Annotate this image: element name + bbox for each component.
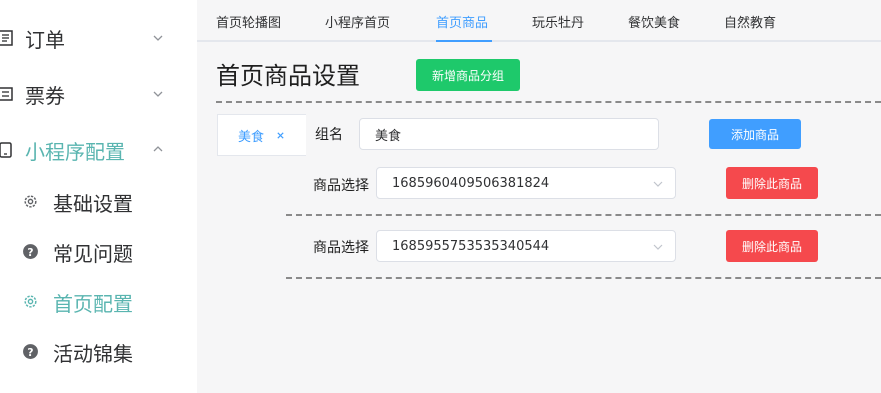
product-select-value: 1685955753535340544 <box>392 238 550 254</box>
tab-nature-education[interactable]: 自然教育 <box>724 12 776 31</box>
chevron-down-icon <box>653 244 663 250</box>
group-name-label: 组名 <box>315 127 343 143</box>
tab-bar: 首页轮播图 小程序首页 首页商品 玩乐牡丹 餐饮美食 自然教育 <box>197 0 881 42</box>
sidebar: 订单 票券 小程序配置 基础设置 ? 常见问题 首页配置 ? 活动锦集 <box>0 0 197 393</box>
product-select-label: 商品选择 <box>313 240 369 256</box>
product-select-value: 1685960409506381824 <box>392 175 550 191</box>
group-tab-food[interactable]: 美食 <box>217 114 306 156</box>
chevron-down-icon <box>653 181 663 187</box>
sidebar-item-label: 基础设置 <box>53 191 133 216</box>
chevron-down-icon <box>153 35 163 41</box>
group-name-value: 美食 <box>375 128 402 144</box>
group-name-input[interactable]: 美食 <box>359 118 659 150</box>
menu-orders-label: 订单 <box>25 27 65 52</box>
menu-tickets[interactable]: 票券 <box>0 66 197 122</box>
question-circle-icon: ? <box>23 344 38 359</box>
tab-home-products[interactable]: 首页商品 <box>436 12 488 31</box>
svg-text:?: ? <box>27 246 33 259</box>
sidebar-item-faq[interactable]: ? 常见问题 <box>0 227 197 277</box>
divider <box>286 277 881 279</box>
tablet-icon <box>0 142 12 158</box>
page-title: 首页商品设置 <box>216 62 360 90</box>
question-circle-icon: ? <box>23 244 38 259</box>
product-select-2[interactable]: 1685955753535340544 <box>376 230 676 262</box>
tab-play-peony[interactable]: 玩乐牡丹 <box>532 12 584 31</box>
sidebar-item-label: 活动锦集 <box>53 341 133 366</box>
tab-home-carousel[interactable]: 首页轮播图 <box>216 12 281 31</box>
tab-miniprogram-home[interactable]: 小程序首页 <box>325 12 390 31</box>
divider <box>216 101 881 103</box>
product-select-1[interactable]: 1685960409506381824 <box>376 167 676 199</box>
sidebar-item-label: 首页配置 <box>53 291 133 316</box>
ticket-icon <box>0 87 13 101</box>
product-select-label: 商品选择 <box>313 178 369 194</box>
sidebar-item-basic-settings[interactable]: 基础设置 <box>0 177 197 227</box>
menu-miniprogram-config[interactable]: 小程序配置 <box>0 122 197 178</box>
divider <box>286 214 881 216</box>
close-icon[interactable] <box>276 131 285 140</box>
menu-tickets-label: 票券 <box>25 83 65 108</box>
chevron-up-icon <box>153 146 163 152</box>
active-tab-indicator <box>436 40 492 42</box>
group-tab-label: 美食 <box>238 129 265 145</box>
sidebar-item-home-config[interactable]: 首页配置 <box>0 277 197 327</box>
main-content: 首页轮播图 小程序首页 首页商品 玩乐牡丹 餐饮美食 自然教育 首页商品设置 新… <box>197 0 881 393</box>
gear-icon <box>24 195 37 208</box>
sidebar-item-activity-collection[interactable]: ? 活动锦集 <box>0 327 197 377</box>
chevron-down-icon <box>153 91 163 97</box>
gear-icon <box>24 295 37 308</box>
add-product-button[interactable]: 添加商品 <box>709 119 801 149</box>
menu-orders[interactable]: 订单 <box>0 10 197 66</box>
delete-product-button[interactable]: 删除此商品 <box>726 167 818 199</box>
tab-food-dining[interactable]: 餐饮美食 <box>628 12 680 31</box>
menu-miniprogram-config-label: 小程序配置 <box>25 139 125 164</box>
add-product-group-button[interactable]: 新增商品分组 <box>416 59 520 91</box>
delete-product-button[interactable]: 删除此商品 <box>726 230 818 262</box>
document-icon <box>0 30 13 46</box>
sidebar-item-label: 常见问题 <box>53 241 133 266</box>
svg-text:?: ? <box>27 346 33 359</box>
